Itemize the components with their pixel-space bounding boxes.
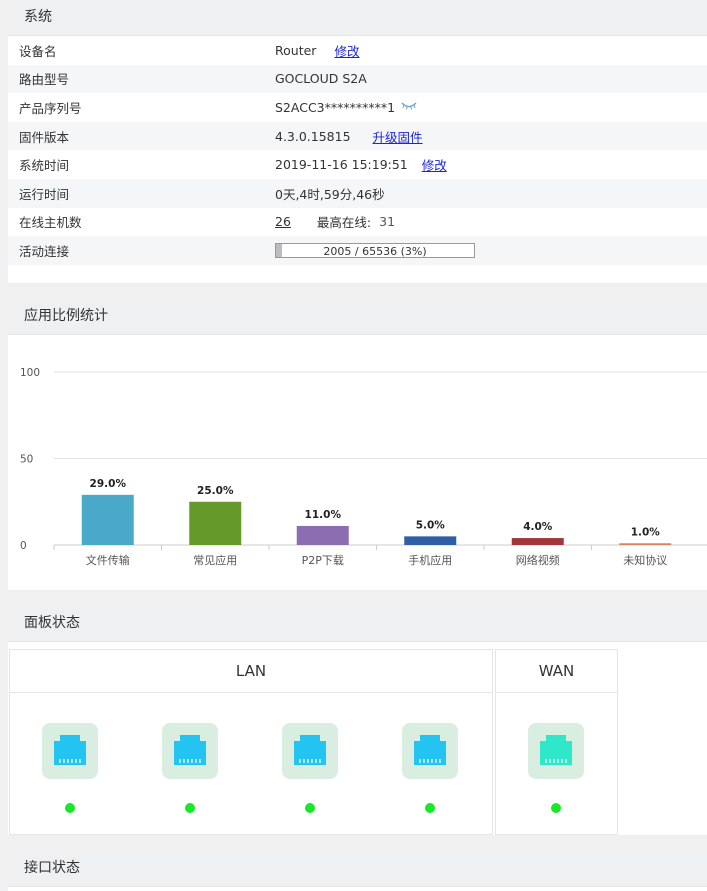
wan-port-icon[interactable] bbox=[528, 723, 584, 779]
upgrade-firmware-link[interactable]: 升级固件 bbox=[373, 127, 423, 146]
x-tick-label-1: 常见应用 bbox=[193, 553, 237, 567]
bar-3 bbox=[404, 536, 457, 545]
x-tick-label-3: 手机应用 bbox=[408, 553, 452, 567]
row-firmware-version: 固件版本 4.3.0.15815 升级固件 bbox=[8, 121, 707, 151]
bar-1 bbox=[189, 501, 242, 545]
system-info-table: 设备名 Router 修改 路由型号 GOCLOUD S2A 产品序列号 S2A… bbox=[8, 36, 707, 265]
eye-closed-icon[interactable] bbox=[401, 102, 417, 113]
system-time-label: 系统时间 bbox=[19, 158, 70, 174]
router-model-value: GOCLOUD S2A bbox=[275, 71, 367, 87]
data-label-4: 4.0% bbox=[523, 521, 553, 533]
interface-status-panel: 接口状态 bbox=[8, 851, 707, 891]
wan-port-status bbox=[551, 803, 561, 813]
edit-system-time-link[interactable]: 修改 bbox=[422, 155, 447, 174]
max-online-value: 31 bbox=[379, 214, 396, 230]
progress-fill bbox=[276, 243, 282, 257]
device-name-label: 设备名 bbox=[19, 43, 57, 59]
data-label-2: 11.0% bbox=[305, 509, 342, 521]
y-tick-label-50: 50 bbox=[20, 454, 33, 466]
lan-port-1-icon[interactable] bbox=[42, 723, 98, 779]
bar-0 bbox=[81, 494, 134, 545]
x-tick-label-2: P2P下载 bbox=[302, 554, 344, 567]
router-model-label: 路由型号 bbox=[19, 72, 70, 88]
bar-2 bbox=[296, 525, 349, 545]
max-online-label: 最高在线: bbox=[316, 215, 372, 231]
lan-port-4-icon[interactable] bbox=[402, 723, 458, 779]
panel-status-panel: 面板状态 LAN WAN bbox=[8, 606, 707, 835]
row-device-name: 设备名 Router 修改 bbox=[8, 36, 707, 65]
lan-title: LAN bbox=[10, 650, 492, 693]
data-label-0: 29.0% bbox=[90, 478, 127, 490]
wan-title: WAN bbox=[496, 650, 617, 693]
active-connections-progress: 2005 / 65536 (3%) bbox=[275, 242, 475, 258]
lan-port-4-status bbox=[425, 803, 435, 813]
data-label-5: 1.0% bbox=[631, 526, 661, 538]
row-serial-number: 产品序列号 S2ACC3**********1 bbox=[8, 93, 707, 122]
row-active-connections: 活动连接 2005 / 65536 (3%) bbox=[8, 236, 707, 265]
row-online-hosts: 在线主机数 26 最高在线: 31 bbox=[8, 208, 707, 237]
data-label-1: 25.0% bbox=[197, 485, 234, 497]
serial-number-label: 产品序列号 bbox=[19, 100, 82, 116]
lan-port-3-status bbox=[305, 803, 315, 813]
x-tick-label-4: 网络视频 bbox=[516, 553, 560, 567]
lan-port-2-icon[interactable] bbox=[162, 723, 218, 779]
edit-device-name-link[interactable]: 修改 bbox=[334, 41, 359, 60]
app-stats-panel: 应用比例统计 0 50 100 29.0% 文件传输 25.0% 常见应用 11.0% P2P下… bbox=[8, 299, 707, 590]
y-tick-label-100: 100 bbox=[20, 367, 40, 379]
data-label-3: 5.0% bbox=[416, 519, 446, 531]
online-hosts-count[interactable]: 26 bbox=[275, 214, 291, 229]
bar-4 bbox=[511, 538, 564, 545]
row-system-time: 系统时间 2019-11-16 15:19:51 修改 bbox=[8, 150, 707, 179]
panel-status-header: 面板状态 bbox=[8, 606, 707, 642]
uptime-value: 0天,4时,59分,46秒 bbox=[275, 186, 385, 202]
interface-status-header: 接口状态 bbox=[8, 851, 707, 887]
bar-5 bbox=[619, 543, 672, 545]
lan-port-1-status bbox=[65, 803, 75, 813]
app-stats-header: 应用比例统计 bbox=[8, 299, 707, 335]
system-time-value: 2019-11-16 15:19:51 bbox=[275, 157, 408, 173]
online-hosts-label: 在线主机数 bbox=[19, 215, 82, 231]
firmware-version-value: 4.3.0.15815 bbox=[275, 128, 351, 144]
active-connections-label: 活动连接 bbox=[19, 243, 70, 259]
x-tick-label-5: 未知协议 bbox=[623, 553, 667, 567]
lan-port-2-status bbox=[185, 803, 195, 813]
app-stats-svg: 0 50 100 29.0% 文件传输 25.0% 常见应用 11.0% P2P下载 5.0% 手机… bbox=[20, 367, 707, 567]
y-tick-label-0: 0 bbox=[20, 540, 27, 552]
row-router-model: 路由型号 GOCLOUD S2A bbox=[8, 64, 707, 94]
device-name-value: Router bbox=[275, 42, 317, 58]
row-uptime: 运行时间 0天,4时,59分,46秒 bbox=[8, 178, 707, 208]
serial-number-value: S2ACC3**********1 bbox=[275, 99, 396, 115]
lan-port-3-icon[interactable] bbox=[282, 723, 338, 779]
firmware-version-label: 固件版本 bbox=[19, 129, 70, 145]
x-tick-label-0: 文件传输 bbox=[86, 553, 130, 567]
system-panel-header: 系统 bbox=[8, 0, 707, 36]
app-stats-chart: 0 50 100 29.0% 文件传输 25.0% 常见应用 11.0% P2P下载 5.0% 手机… bbox=[8, 335, 707, 590]
progress-text: 2005 / 65536 (3%) bbox=[323, 244, 427, 258]
uptime-label: 运行时间 bbox=[19, 186, 70, 202]
